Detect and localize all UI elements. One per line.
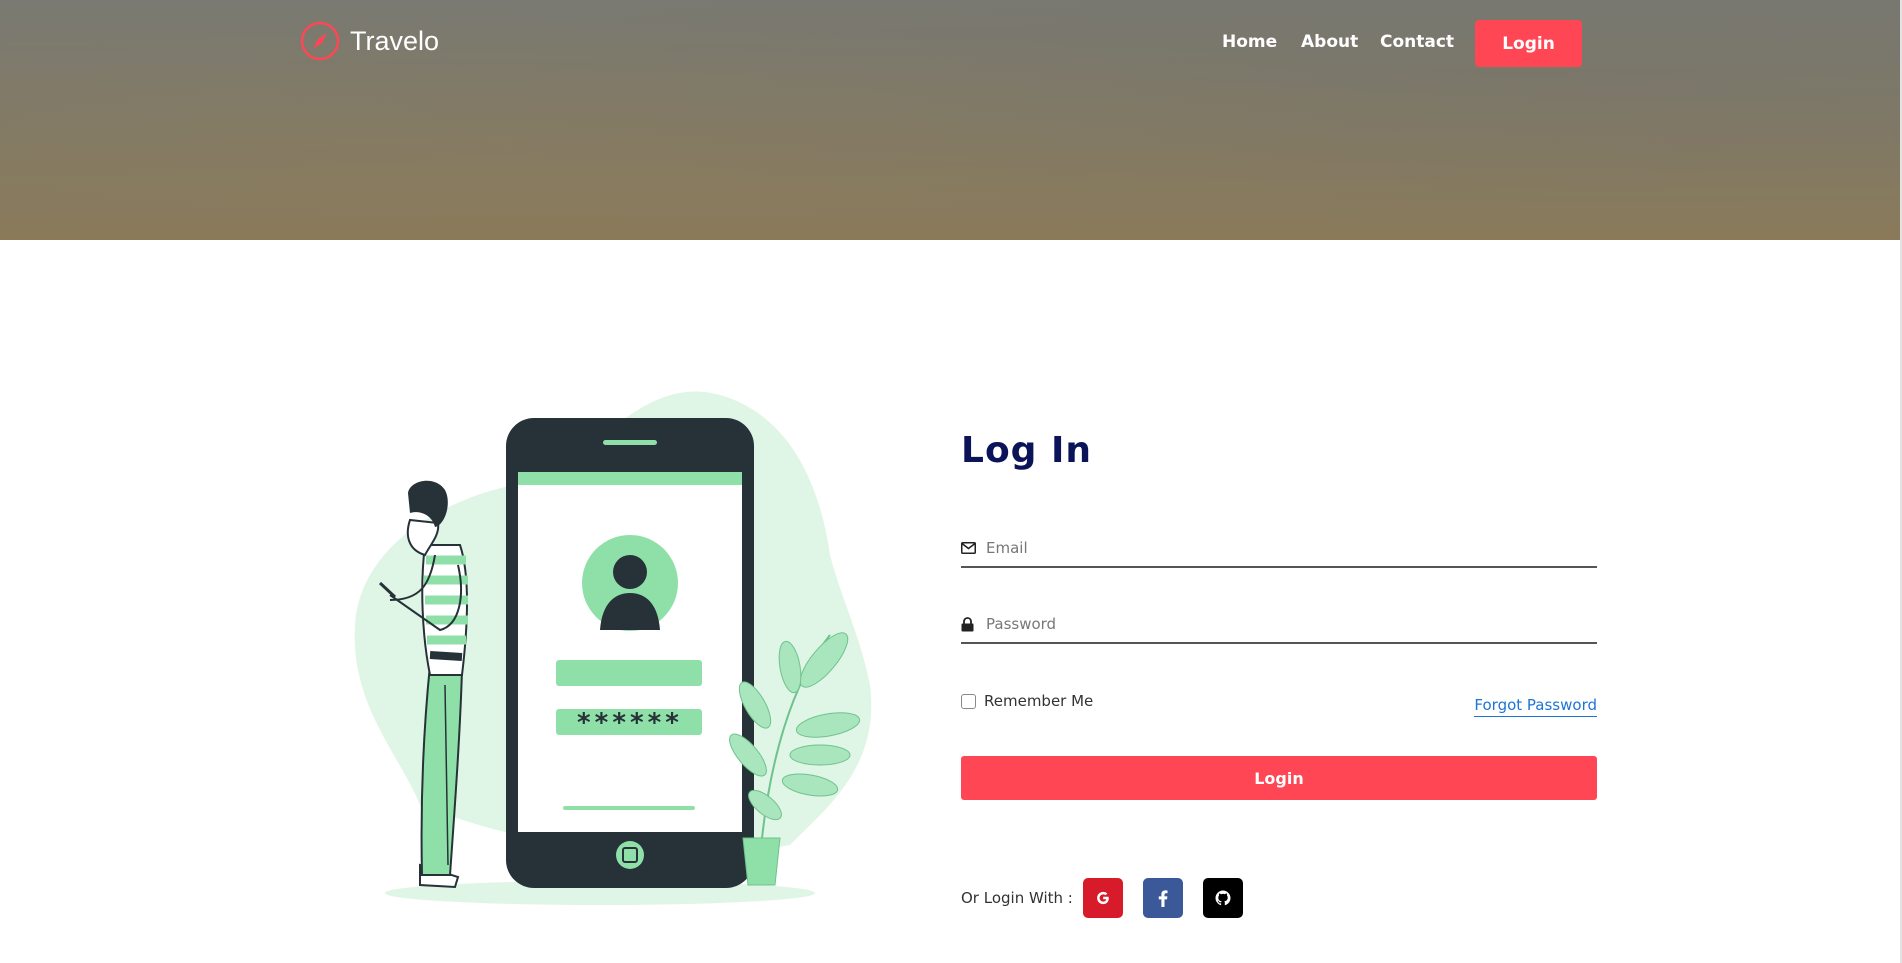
social-login: Or Login With :	[961, 878, 1263, 918]
brand-logo[interactable]: Travelo	[300, 21, 439, 61]
remember-me[interactable]: Remember Me	[961, 692, 1093, 710]
envelope-icon	[961, 540, 977, 556]
password-mask: ******	[576, 708, 682, 738]
github-icon	[1215, 890, 1231, 906]
github-login-button[interactable]	[1202, 878, 1243, 918]
compass-icon	[300, 21, 340, 61]
login-submit-button[interactable]: Login	[961, 756, 1597, 800]
password-field[interactable]	[961, 606, 1597, 644]
phone-speaker	[603, 440, 657, 445]
screen-header	[518, 472, 742, 485]
login-form: Log In Remember Me Forgot Password Login…	[961, 430, 1597, 918]
phone-screen	[518, 472, 742, 832]
home-button	[616, 841, 644, 869]
screen-bottom-line	[563, 806, 695, 810]
remember-me-label: Remember Me	[984, 692, 1094, 710]
email-field[interactable]	[961, 530, 1597, 568]
password-input[interactable]	[986, 615, 1597, 633]
hero-banner	[0, 0, 1902, 240]
brand-name: Travelo	[350, 25, 440, 56]
login-illustration: ******	[354, 391, 872, 905]
facebook-icon	[1158, 889, 1168, 907]
forgot-password-link[interactable]: Forgot Password	[1474, 696, 1597, 717]
login-title: Log In	[961, 430, 1092, 471]
facebook-login-button[interactable]	[1142, 878, 1183, 918]
social-login-label: Or Login With :	[961, 889, 1073, 907]
remember-me-checkbox[interactable]	[961, 693, 976, 709]
google-login-button[interactable]	[1082, 878, 1123, 918]
google-icon	[1096, 891, 1109, 905]
nav-home-link[interactable]: Home	[1222, 32, 1277, 52]
username-field	[556, 660, 702, 686]
nav-about-link[interactable]: About	[1301, 32, 1358, 52]
nav-login-button[interactable]: Login	[1475, 20, 1582, 67]
email-input[interactable]	[986, 539, 1597, 557]
lock-icon	[961, 616, 977, 632]
nav-contact-link[interactable]: Contact	[1380, 32, 1454, 52]
avatar-head	[613, 555, 647, 589]
